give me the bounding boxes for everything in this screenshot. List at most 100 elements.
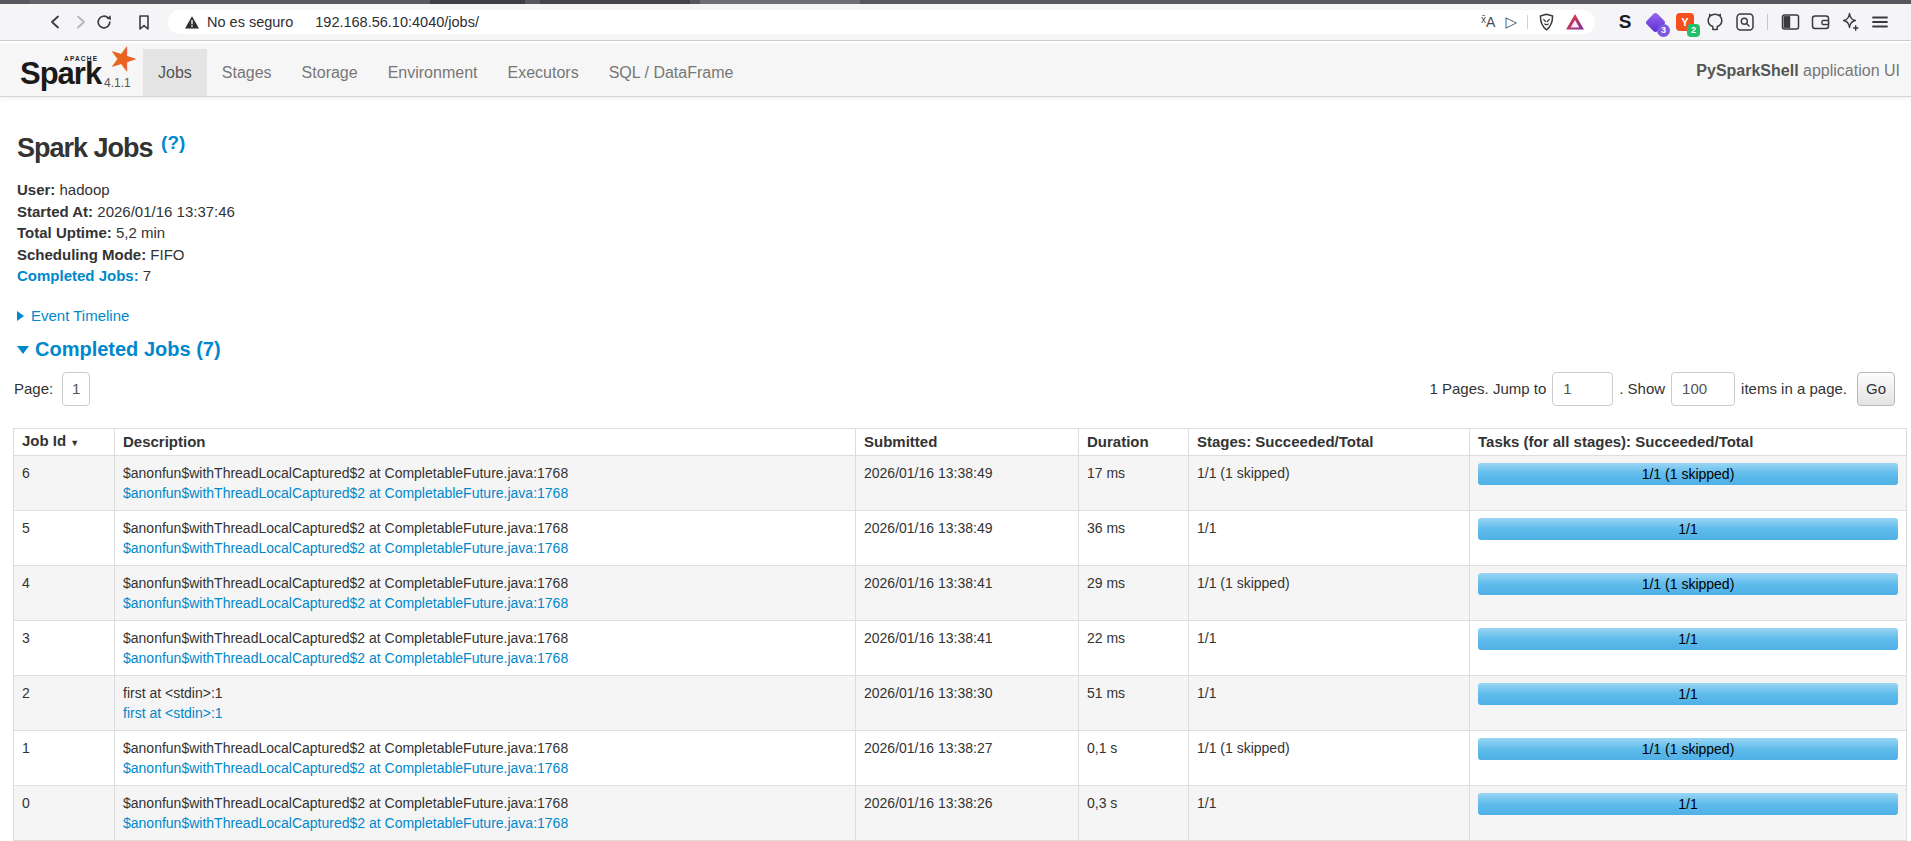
items-per-page-input[interactable] — [1671, 372, 1735, 406]
duration-cell: 17 ms — [1079, 455, 1189, 510]
completed-jobs-info: Completed Jobs: 7 — [17, 265, 1907, 287]
description-cell: $anonfun$withThreadLocalCaptured$2 at Co… — [115, 785, 856, 840]
duration-cell: 22 ms — [1079, 620, 1189, 675]
tasks-cell: 1/1 (1 skipped) — [1470, 455, 1907, 510]
submitted-cell: 2026/01/16 13:38:49 — [856, 455, 1079, 510]
page-number-input[interactable] — [62, 372, 90, 406]
back-button[interactable] — [44, 10, 68, 34]
forward-button[interactable] — [68, 10, 92, 34]
show-label: . Show — [1619, 380, 1665, 397]
job-detail-link[interactable]: $anonfun$withThreadLocalCaptured$2 at Co… — [123, 485, 568, 501]
description-cell: $anonfun$withThreadLocalCaptured$2 at Co… — [115, 455, 856, 510]
nav-tab-sql[interactable]: SQL / DataFrame — [594, 49, 749, 96]
pagination-bar: Page: 1 Pages. Jump to . Show items in a… — [13, 372, 1907, 406]
uptime-info: Total Uptime: 5,2 min — [17, 222, 1907, 244]
event-timeline-toggle[interactable]: Event Timeline — [17, 305, 1907, 326]
hamburger-menu-icon — [1871, 13, 1889, 31]
go-button[interactable]: Go — [1857, 372, 1895, 406]
completed-jobs-header[interactable]: Completed Jobs (7) — [17, 337, 1907, 361]
extension-finder[interactable] — [1734, 11, 1756, 33]
spark-logo-text: Spark — [20, 56, 101, 92]
share-icon[interactable]: ▷ — [1505, 13, 1517, 31]
sidebar-toggle[interactable] — [1779, 11, 1801, 33]
extension-orange[interactable]: Y 2 — [1674, 11, 1696, 33]
extension-s[interactable]: S — [1614, 11, 1636, 33]
col-header-job-id[interactable]: Job Id▼ — [14, 428, 115, 455]
browser-toolbar: No es seguro 192.168.56.10:4040/jobs/ x̄… — [0, 4, 1911, 40]
stages-cell: 1/1 — [1189, 785, 1470, 840]
job-id-cell: 5 — [14, 510, 115, 565]
extension-purple[interactable]: 3 — [1644, 11, 1666, 33]
jump-to-input[interactable] — [1552, 372, 1613, 406]
items-label: items in a page. — [1741, 380, 1847, 397]
brave-shield-icon[interactable] — [1538, 13, 1555, 32]
completed-jobs-table: Job Id▼ Description Submitted Duration S… — [13, 428, 1907, 841]
nav-tab-executors[interactable]: Executors — [492, 49, 593, 96]
sort-desc-icon: ▼ — [70, 438, 79, 448]
col-header-description[interactable]: Description — [115, 428, 856, 455]
table-row: 6 $anonfun$withThreadLocalCaptured$2 at … — [14, 455, 1907, 510]
expand-arrow-icon — [17, 346, 29, 354]
nav-tab-environment[interactable]: Environment — [373, 49, 493, 96]
url-text: 192.168.56.10:4040/jobs/ — [315, 14, 479, 30]
job-id-cell: 4 — [14, 565, 115, 620]
duration-cell: 36 ms — [1079, 510, 1189, 565]
stages-cell: 1/1 (1 skipped) — [1189, 565, 1470, 620]
url-bar[interactable]: No es seguro 192.168.56.10:4040/jobs/ x̄… — [168, 10, 1595, 34]
reload-button[interactable] — [92, 10, 116, 34]
urlbar-divider — [1527, 15, 1528, 29]
extension-badge: 2 — [1687, 24, 1700, 37]
menu-button[interactable] — [1869, 11, 1891, 33]
submitted-cell: 2026/01/16 13:38:27 — [856, 730, 1079, 785]
spark-version: 4.1.1 — [104, 76, 131, 90]
duration-cell: 51 ms — [1079, 675, 1189, 730]
job-id-cell: 3 — [14, 620, 115, 675]
nav-tab-storage[interactable]: Storage — [287, 49, 373, 96]
stages-cell: 1/1 (1 skipped) — [1189, 455, 1470, 510]
tasks-cell: 1/1 (1 skipped) — [1470, 730, 1907, 785]
submitted-cell: 2026/01/16 13:38:41 — [856, 565, 1079, 620]
col-header-submitted[interactable]: Submitted — [856, 428, 1079, 455]
nav-tab-stages[interactable]: Stages — [207, 49, 287, 96]
help-link[interactable]: (?) — [161, 132, 185, 153]
leo-ai-button[interactable] — [1839, 11, 1861, 33]
application-title: PySparkShell application UI — [1696, 62, 1900, 80]
nav-tab-jobs[interactable]: Jobs — [143, 49, 207, 96]
submitted-cell: 2026/01/16 13:38:26 — [856, 785, 1079, 840]
duration-cell: 29 ms — [1079, 565, 1189, 620]
toolbar-divider — [1767, 14, 1768, 30]
job-id-cell: 1 — [14, 730, 115, 785]
col-header-duration[interactable]: Duration — [1079, 428, 1189, 455]
submitted-cell: 2026/01/16 13:38:49 — [856, 510, 1079, 565]
duration-cell: 0,3 s — [1079, 785, 1189, 840]
bookmark-button[interactable] — [132, 10, 156, 34]
completed-jobs-link[interactable]: Completed Jobs: — [17, 267, 139, 284]
bat-rewards-icon[interactable] — [1565, 13, 1585, 31]
description-cell: first at <stdin>:1first at <stdin>:1 — [115, 675, 856, 730]
extension-octocat[interactable] — [1704, 11, 1726, 33]
job-detail-link[interactable]: $anonfun$withThreadLocalCaptured$2 at Co… — [123, 540, 568, 556]
job-detail-link[interactable]: $anonfun$withThreadLocalCaptured$2 at Co… — [123, 815, 568, 831]
col-header-tasks[interactable]: Tasks (for all stages): Succeeded/Total — [1470, 428, 1907, 455]
job-detail-link[interactable]: $anonfun$withThreadLocalCaptured$2 at Co… — [123, 650, 568, 666]
sparkle-icon — [1840, 12, 1860, 32]
sidebar-icon — [1781, 13, 1800, 31]
scheduling-mode-info: Scheduling Mode: FIFO — [17, 244, 1907, 266]
collapse-arrow-icon — [17, 311, 24, 321]
back-icon — [47, 13, 65, 31]
job-id-cell: 0 — [14, 785, 115, 840]
description-cell: $anonfun$withThreadLocalCaptured$2 at Co… — [115, 565, 856, 620]
user-info: User: hadoop — [17, 179, 1907, 201]
job-detail-link[interactable]: $anonfun$withThreadLocalCaptured$2 at Co… — [123, 760, 568, 776]
tasks-progress-bar: 1/1 (1 skipped) — [1478, 463, 1898, 485]
job-detail-link[interactable]: first at <stdin>:1 — [123, 705, 223, 721]
translate-icon[interactable]: x̄A — [1481, 14, 1495, 30]
col-header-stages[interactable]: Stages: Succeeded/Total — [1189, 428, 1470, 455]
wallet-button[interactable] — [1809, 11, 1831, 33]
tasks-cell: 1/1 — [1470, 785, 1907, 840]
not-secure-label: No es seguro — [207, 14, 293, 30]
job-detail-link[interactable]: $anonfun$withThreadLocalCaptured$2 at Co… — [123, 595, 568, 611]
spark-logo[interactable]: APACHE ★ Spark 4.1.1 — [10, 43, 150, 96]
tasks-progress-bar: 1/1 — [1478, 793, 1898, 815]
stages-cell: 1/1 (1 skipped) — [1189, 730, 1470, 785]
